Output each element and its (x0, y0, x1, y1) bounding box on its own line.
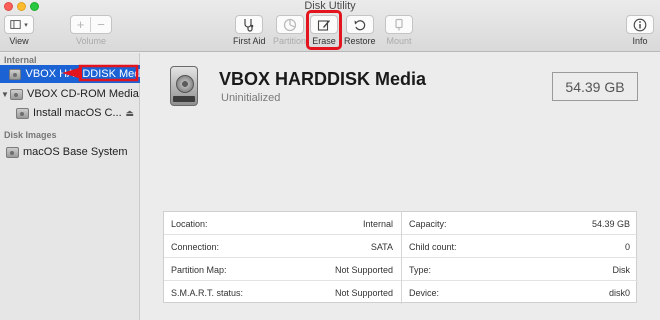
disk-status: Uninitialized (221, 92, 281, 104)
info-value: Not Supported (334, 265, 393, 275)
info-row-smart-status: S.M.A.R.T. status: Not Supported (164, 281, 401, 304)
info-row-connection: Connection: SATA (164, 235, 401, 258)
disclosure-triangle-icon[interactable]: ▼ (0, 90, 10, 99)
optical-disk-icon (10, 88, 23, 100)
partition-label: Partition (273, 36, 307, 46)
first-aid-button[interactable] (235, 15, 264, 34)
info-row-type: Type: Disk (402, 258, 638, 281)
sidebar-item-install-macos[interactable]: Install macOS C... ⏏ (0, 104, 140, 122)
toolbar: Disk Utility ▾ View + − Volume First Aid (0, 0, 660, 52)
info-row-device: Device: disk0 (402, 281, 638, 304)
hard-disk-icon (170, 66, 198, 106)
info-row-location: Location: Internal (164, 212, 401, 235)
section-header-internal: Internal (4, 55, 37, 65)
volume-control: + − Volume (70, 15, 112, 46)
info-value: Internal (362, 219, 393, 229)
restore-control[interactable]: Restore (344, 15, 376, 46)
info-control[interactable]: Info (626, 15, 654, 46)
volume-icon (6, 146, 19, 158)
mount-label: Mount (386, 36, 412, 46)
info-row-partition-map: Partition Map: Not Supported (164, 258, 401, 281)
view-control[interactable]: ▾ View (4, 15, 34, 46)
first-aid-control[interactable]: First Aid (233, 15, 266, 46)
info-button[interactable] (626, 15, 654, 34)
remove-volume-button[interactable]: − (91, 17, 111, 32)
info-column-right: Capacity: 54.39 GB Child count: 0 Type: … (401, 212, 638, 304)
restore-button[interactable] (345, 15, 374, 34)
info-column-left: Location: Internal Connection: SATA Part… (164, 212, 401, 304)
mount-button[interactable] (385, 15, 413, 34)
info-row-child-count: Child count: 0 (402, 235, 638, 258)
pie-chart-icon (283, 18, 296, 31)
stethoscope-icon (244, 18, 254, 32)
info-value: Not Supported (334, 288, 393, 298)
red-arrow-annotation (62, 64, 139, 82)
info-value: Disk (612, 265, 631, 275)
view-label: View (9, 36, 29, 46)
info-icon (633, 18, 647, 31)
section-header-disk-images: Disk Images (4, 130, 57, 140)
hard-disk-icon (9, 68, 22, 80)
volume-label: Volume (75, 36, 107, 46)
info-key: Location: (171, 219, 208, 229)
sidebar-item-macos-base-system[interactable]: macOS Base System (0, 143, 140, 161)
info-key: S.M.A.R.T. status: (171, 288, 244, 298)
partition-control[interactable]: Partition (273, 15, 306, 46)
info-value: 54.39 GB (591, 219, 630, 229)
info-value: 0 (624, 242, 630, 252)
info-label: Info (632, 36, 648, 46)
view-button[interactable]: ▾ (4, 15, 34, 34)
disk-size-badge: 54.39 GB (552, 72, 638, 101)
eject-icon[interactable]: ⏏ (125, 108, 134, 119)
info-key: Device: (409, 288, 440, 298)
add-volume-button[interactable]: + (71, 17, 91, 32)
first-aid-label: First Aid (233, 36, 266, 46)
info-key: Partition Map: (171, 265, 227, 275)
chevron-down-icon: ▾ (24, 21, 28, 29)
sidebar-item-vbox-cdrom[interactable]: ▼ VBOX CD-ROM Media (0, 85, 140, 103)
partition-button[interactable] (275, 15, 304, 34)
info-value: disk0 (608, 288, 630, 298)
sidebar: Internal VBOX HARDDISK Media ▼ VBOX CD-R… (0, 53, 140, 320)
erase-highlight-annotation (306, 10, 342, 50)
restore-arrow-icon (354, 19, 365, 30)
mount-control[interactable]: Mount (385, 15, 413, 46)
sidebar-item-label: VBOX CD-ROM Media (27, 88, 139, 100)
volume-segment: + − (70, 15, 112, 34)
restore-label: Restore (344, 36, 376, 46)
sidebar-icon (10, 20, 21, 29)
info-key: Type: (409, 265, 432, 275)
info-key: Connection: (171, 242, 220, 252)
disk-title: VBOX HARDDISK Media (219, 69, 427, 89)
sidebar-item-label: Install macOS C... (33, 107, 122, 119)
info-row-capacity: Capacity: 54.39 GB (402, 212, 638, 235)
info-value: SATA (370, 242, 393, 252)
info-key: Child count: (409, 242, 457, 252)
mount-icon (395, 18, 403, 30)
volume-icon (16, 107, 29, 119)
disk-info-table: Location: Internal Connection: SATA Part… (163, 211, 638, 304)
info-key: Capacity: (409, 219, 447, 229)
sidebar-item-label: macOS Base System (23, 146, 128, 158)
disk-detail-panel: VBOX HARDDISK Media Uninitialized 54.39 … (141, 53, 660, 320)
